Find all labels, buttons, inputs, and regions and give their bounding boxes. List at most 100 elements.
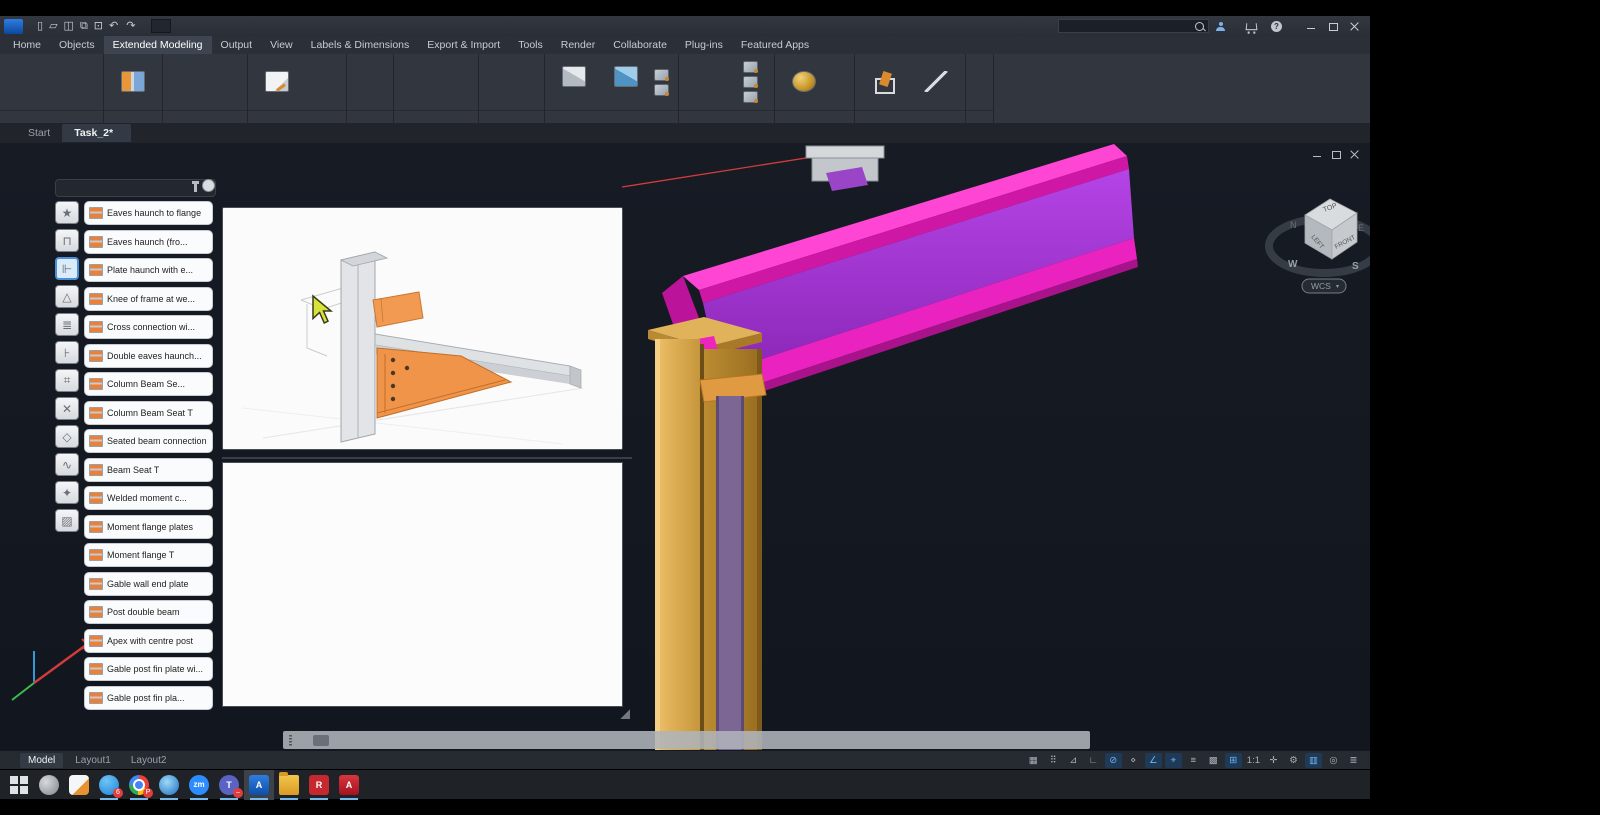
ribbon-group-label[interactable] <box>248 110 346 123</box>
category-icon-grating[interactable]: ⌗ <box>55 369 79 392</box>
taskbar-icon-snip[interactable] <box>34 770 64 800</box>
palette-titlebar[interactable] <box>55 179 216 197</box>
ribbon-group-label[interactable] <box>545 110 678 123</box>
ribbon-group-label[interactable] <box>0 110 103 123</box>
connection-list-item[interactable]: Gable post fin plate wi... <box>84 657 213 681</box>
ribbon-tab[interactable]: Collaborate <box>604 36 676 54</box>
ribbon-group-label[interactable] <box>679 110 774 123</box>
qat-icon-save[interactable]: ◫ <box>64 21 74 32</box>
file-tab[interactable]: Start <box>16 124 62 142</box>
category-icon-plates[interactable]: ≣ <box>55 313 79 336</box>
command-input[interactable] <box>343 734 1077 746</box>
restore-button[interactable] <box>1328 21 1338 31</box>
connection-list-item[interactable]: Eaves haunch to flange <box>84 201 213 225</box>
connection-list-item[interactable]: Moment flange plates <box>84 515 213 539</box>
ribbon-tab[interactable]: Home <box>4 36 50 54</box>
connection-list-item[interactable]: Post double beam <box>84 600 213 624</box>
ribbon-tab[interactable]: Tools <box>509 36 552 54</box>
connection-list-item[interactable]: Double eaves haunch... <box>84 344 213 368</box>
status-icon-transparency[interactable]: ▩ <box>1205 753 1222 768</box>
command-prompt-icon[interactable] <box>313 735 329 746</box>
taskbar-icon-edge[interactable] <box>154 770 184 800</box>
polysolid-button[interactable] <box>654 69 673 81</box>
search-input[interactable] <box>1059 20 1191 32</box>
status-icon-scale[interactable]: 1:1 <box>1245 753 1262 768</box>
layout-tab[interactable]: Layout1 <box>67 753 119 768</box>
panel-resize-handle[interactable] <box>620 709 630 719</box>
ribbon-tab[interactable]: Export & Import <box>418 36 509 54</box>
file-tab[interactable]: Task_2* <box>62 124 131 142</box>
qat-icon-save-as[interactable]: ⧉ <box>80 21 88 32</box>
category-icon-favorites[interactable]: ★ <box>55 201 79 224</box>
model-check-button[interactable] <box>253 71 301 94</box>
connection-list-item[interactable]: Gable post fin pla... <box>84 686 213 710</box>
ribbon-group-label[interactable] <box>775 110 854 123</box>
taskbar-icon-rstudio[interactable]: R <box>304 770 334 800</box>
qat-icon-open[interactable]: ▱ <box>49 21 57 32</box>
user-icon[interactable] <box>1216 22 1225 31</box>
category-icon-base-plates[interactable]: ⊓ <box>55 229 79 252</box>
minimize-button[interactable] <box>1306 21 1316 31</box>
connection-list-item[interactable]: Seated beam connection <box>84 429 213 453</box>
category-icon-platework[interactable]: ▨ <box>55 509 79 532</box>
status-icon-workspace-gear[interactable]: ⚙ <box>1285 753 1302 768</box>
create-work-area-button[interactable] <box>860 71 908 94</box>
status-icon-annotation[interactable]: ✛ <box>1265 753 1282 768</box>
ribbon-tab[interactable]: Objects <box>50 36 104 54</box>
ribbon-group-label[interactable] <box>394 110 478 123</box>
status-icon-hardware[interactable]: ▥ <box>1305 753 1322 768</box>
taskbar-icon-zoom[interactable]: zm <box>184 770 214 800</box>
category-icon-column-beam[interactable]: ⊩ <box>55 257 79 280</box>
category-icon-beam-splice[interactable]: ⊦ <box>55 341 79 364</box>
taskbar-icon-acrobat[interactable]: A <box>334 770 364 800</box>
status-icon-polar[interactable]: ⊘ <box>1105 753 1122 768</box>
status-icon-lineweight[interactable]: ≡ <box>1185 753 1202 768</box>
connection-list-item[interactable]: Column Beam Seat T <box>84 401 213 425</box>
category-icon-bracing[interactable]: ✕ <box>55 397 79 420</box>
ribbon-tab[interactable]: Labels & Dimensions <box>302 36 419 54</box>
layout-tab[interactable]: Layout2 <box>123 753 175 768</box>
workspace-selector[interactable] <box>151 19 171 33</box>
separate-button[interactable] <box>743 91 769 103</box>
ribbon-tab[interactable]: Plug-ins <box>676 36 732 54</box>
status-icon-infer[interactable]: ⊿ <box>1065 753 1082 768</box>
extrude-button[interactable] <box>602 66 650 99</box>
status-icon-otrack[interactable]: ∠ <box>1145 753 1162 768</box>
extract-edges-button[interactable] <box>743 61 769 73</box>
qat-icon-new[interactable]: ▯ <box>37 21 43 32</box>
connection-list-item[interactable]: Moment flange T <box>84 543 213 567</box>
status-icon-snap[interactable]: ⠿ <box>1045 753 1062 768</box>
cart-icon[interactable] <box>1246 23 1258 30</box>
connection-list-item[interactable]: Plate haunch with e... <box>84 258 213 282</box>
ribbon-tab[interactable]: Featured Apps <box>732 36 818 54</box>
status-icon-osnap[interactable]: ⌖ <box>1165 753 1182 768</box>
qat-icon-undo[interactable]: ↶ <box>109 21 120 32</box>
command-grip-icon[interactable] <box>289 735 292 746</box>
category-icon-special[interactable]: ✦ <box>55 481 79 504</box>
ribbon-group-label[interactable] <box>104 110 162 123</box>
connection-list-item[interactable]: Knee of frame at we... <box>84 287 213 311</box>
palette-divider[interactable] <box>222 457 632 459</box>
layout-tab[interactable]: Model <box>20 753 63 768</box>
status-icon-isolate[interactable]: ◎ <box>1325 753 1342 768</box>
search-icon[interactable] <box>1195 22 1204 31</box>
status-icon-customization[interactable]: ≣ <box>1345 753 1362 768</box>
category-icon-apex[interactable]: △ <box>55 285 79 308</box>
connection-list-item[interactable]: Beam Seat T <box>84 458 213 482</box>
command-line[interactable] <box>283 731 1090 749</box>
drawing-viewport[interactable]: W S N E TOP LEFT FRONT WCS ▾ <box>0 143 1370 750</box>
palette-scroll-button[interactable] <box>202 179 215 192</box>
category-icon-turnbuckle[interactable]: ◇ <box>55 425 79 448</box>
ribbon-tab[interactable]: Extended Modeling <box>104 36 212 54</box>
category-icon-cold-rolled[interactable]: ∿ <box>55 453 79 476</box>
connection-vault-button[interactable] <box>109 71 157 94</box>
ribbon-tab[interactable]: Output <box>212 36 262 54</box>
status-icon-ortho[interactable]: ∟ <box>1085 753 1102 768</box>
status-icon-dyninput[interactable]: ⊞ <box>1225 753 1242 768</box>
taskbar-icon-advance-steel[interactable]: A <box>244 770 274 800</box>
ribbon-tab[interactable]: Render <box>552 36 604 54</box>
taskbar-icon-explorer[interactable] <box>274 770 304 800</box>
ribbon-group-label[interactable] <box>479 110 544 123</box>
ribbon-group-label[interactable] <box>347 110 393 123</box>
taskbar-icon-notepad[interactable] <box>64 770 94 800</box>
